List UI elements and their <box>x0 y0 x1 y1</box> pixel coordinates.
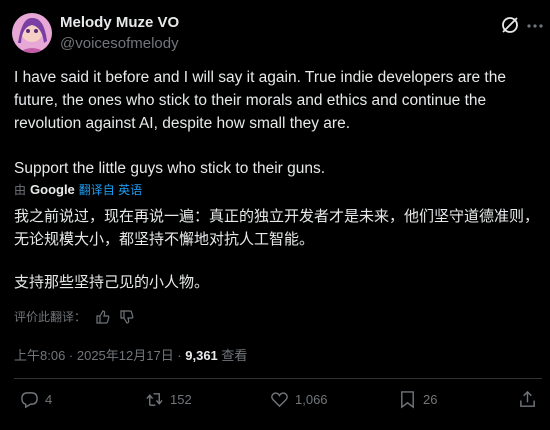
view-count: 9,361 <box>185 348 218 363</box>
divider <box>14 378 542 379</box>
tweet-timestamp[interactable]: 上午8:06 · 2025年12月17日 · <box>14 348 185 363</box>
avatar-image-icon <box>12 13 52 53</box>
grok-icon[interactable] <box>500 15 520 35</box>
retweet-count: 152 <box>170 392 192 407</box>
share-icon <box>520 390 535 407</box>
action-bar: 4 152 1,066 26 <box>0 390 550 416</box>
bookmark-button[interactable]: 26 <box>398 390 437 409</box>
retweet-button[interactable]: 152 <box>145 390 192 409</box>
view-count-label: 查看 <box>217 348 248 363</box>
author-handle[interactable]: @voicesofmelody <box>60 35 179 52</box>
like-count: 1,066 <box>295 392 328 407</box>
rate-translation: 评价此翻译： <box>14 308 134 325</box>
like-button[interactable]: 1,066 <box>270 390 328 409</box>
thumbs-down-icon[interactable] <box>120 309 134 324</box>
tweet-text-paragraph-1: I have said it before and I will say it … <box>14 69 506 132</box>
reply-count: 4 <box>45 392 53 407</box>
share-button[interactable] <box>518 390 537 409</box>
translated-text-paragraph-1: 我之前说过，现在再说一遍：真正的独立开发者才是未来，他们坚守道德准则，无论规模大… <box>14 208 540 248</box>
reply-icon <box>21 392 38 409</box>
thumbs-up-icon[interactable] <box>96 309 110 324</box>
translated-text-paragraph-2: 支持那些坚持己见的小人物。 <box>14 274 210 291</box>
reply-button[interactable]: 4 <box>20 390 52 409</box>
heart-icon <box>271 392 288 408</box>
tweet-metadata: 上午8:06 · 2025年12月17日 · 9,361 查看 <box>14 345 247 364</box>
translated-from-link[interactable]: 翻译自 英语 <box>79 181 142 198</box>
translation-attribution: 由 Google 翻译自 英语 <box>14 181 142 198</box>
google-logo: Google <box>30 182 75 197</box>
tweet-text-paragraph-2: Support the little guys who stick to the… <box>14 160 326 177</box>
bookmark-icon <box>401 391 414 409</box>
translated-by-label: 由 <box>14 183 27 197</box>
rate-translation-label: 评价此翻译： <box>14 310 87 324</box>
more-options-icon[interactable] <box>525 18 545 34</box>
bookmark-count: 26 <box>423 392 438 407</box>
retweet-icon <box>146 393 163 406</box>
avatar[interactable] <box>12 13 52 53</box>
author-name[interactable]: Melody Muze VO <box>60 14 179 31</box>
